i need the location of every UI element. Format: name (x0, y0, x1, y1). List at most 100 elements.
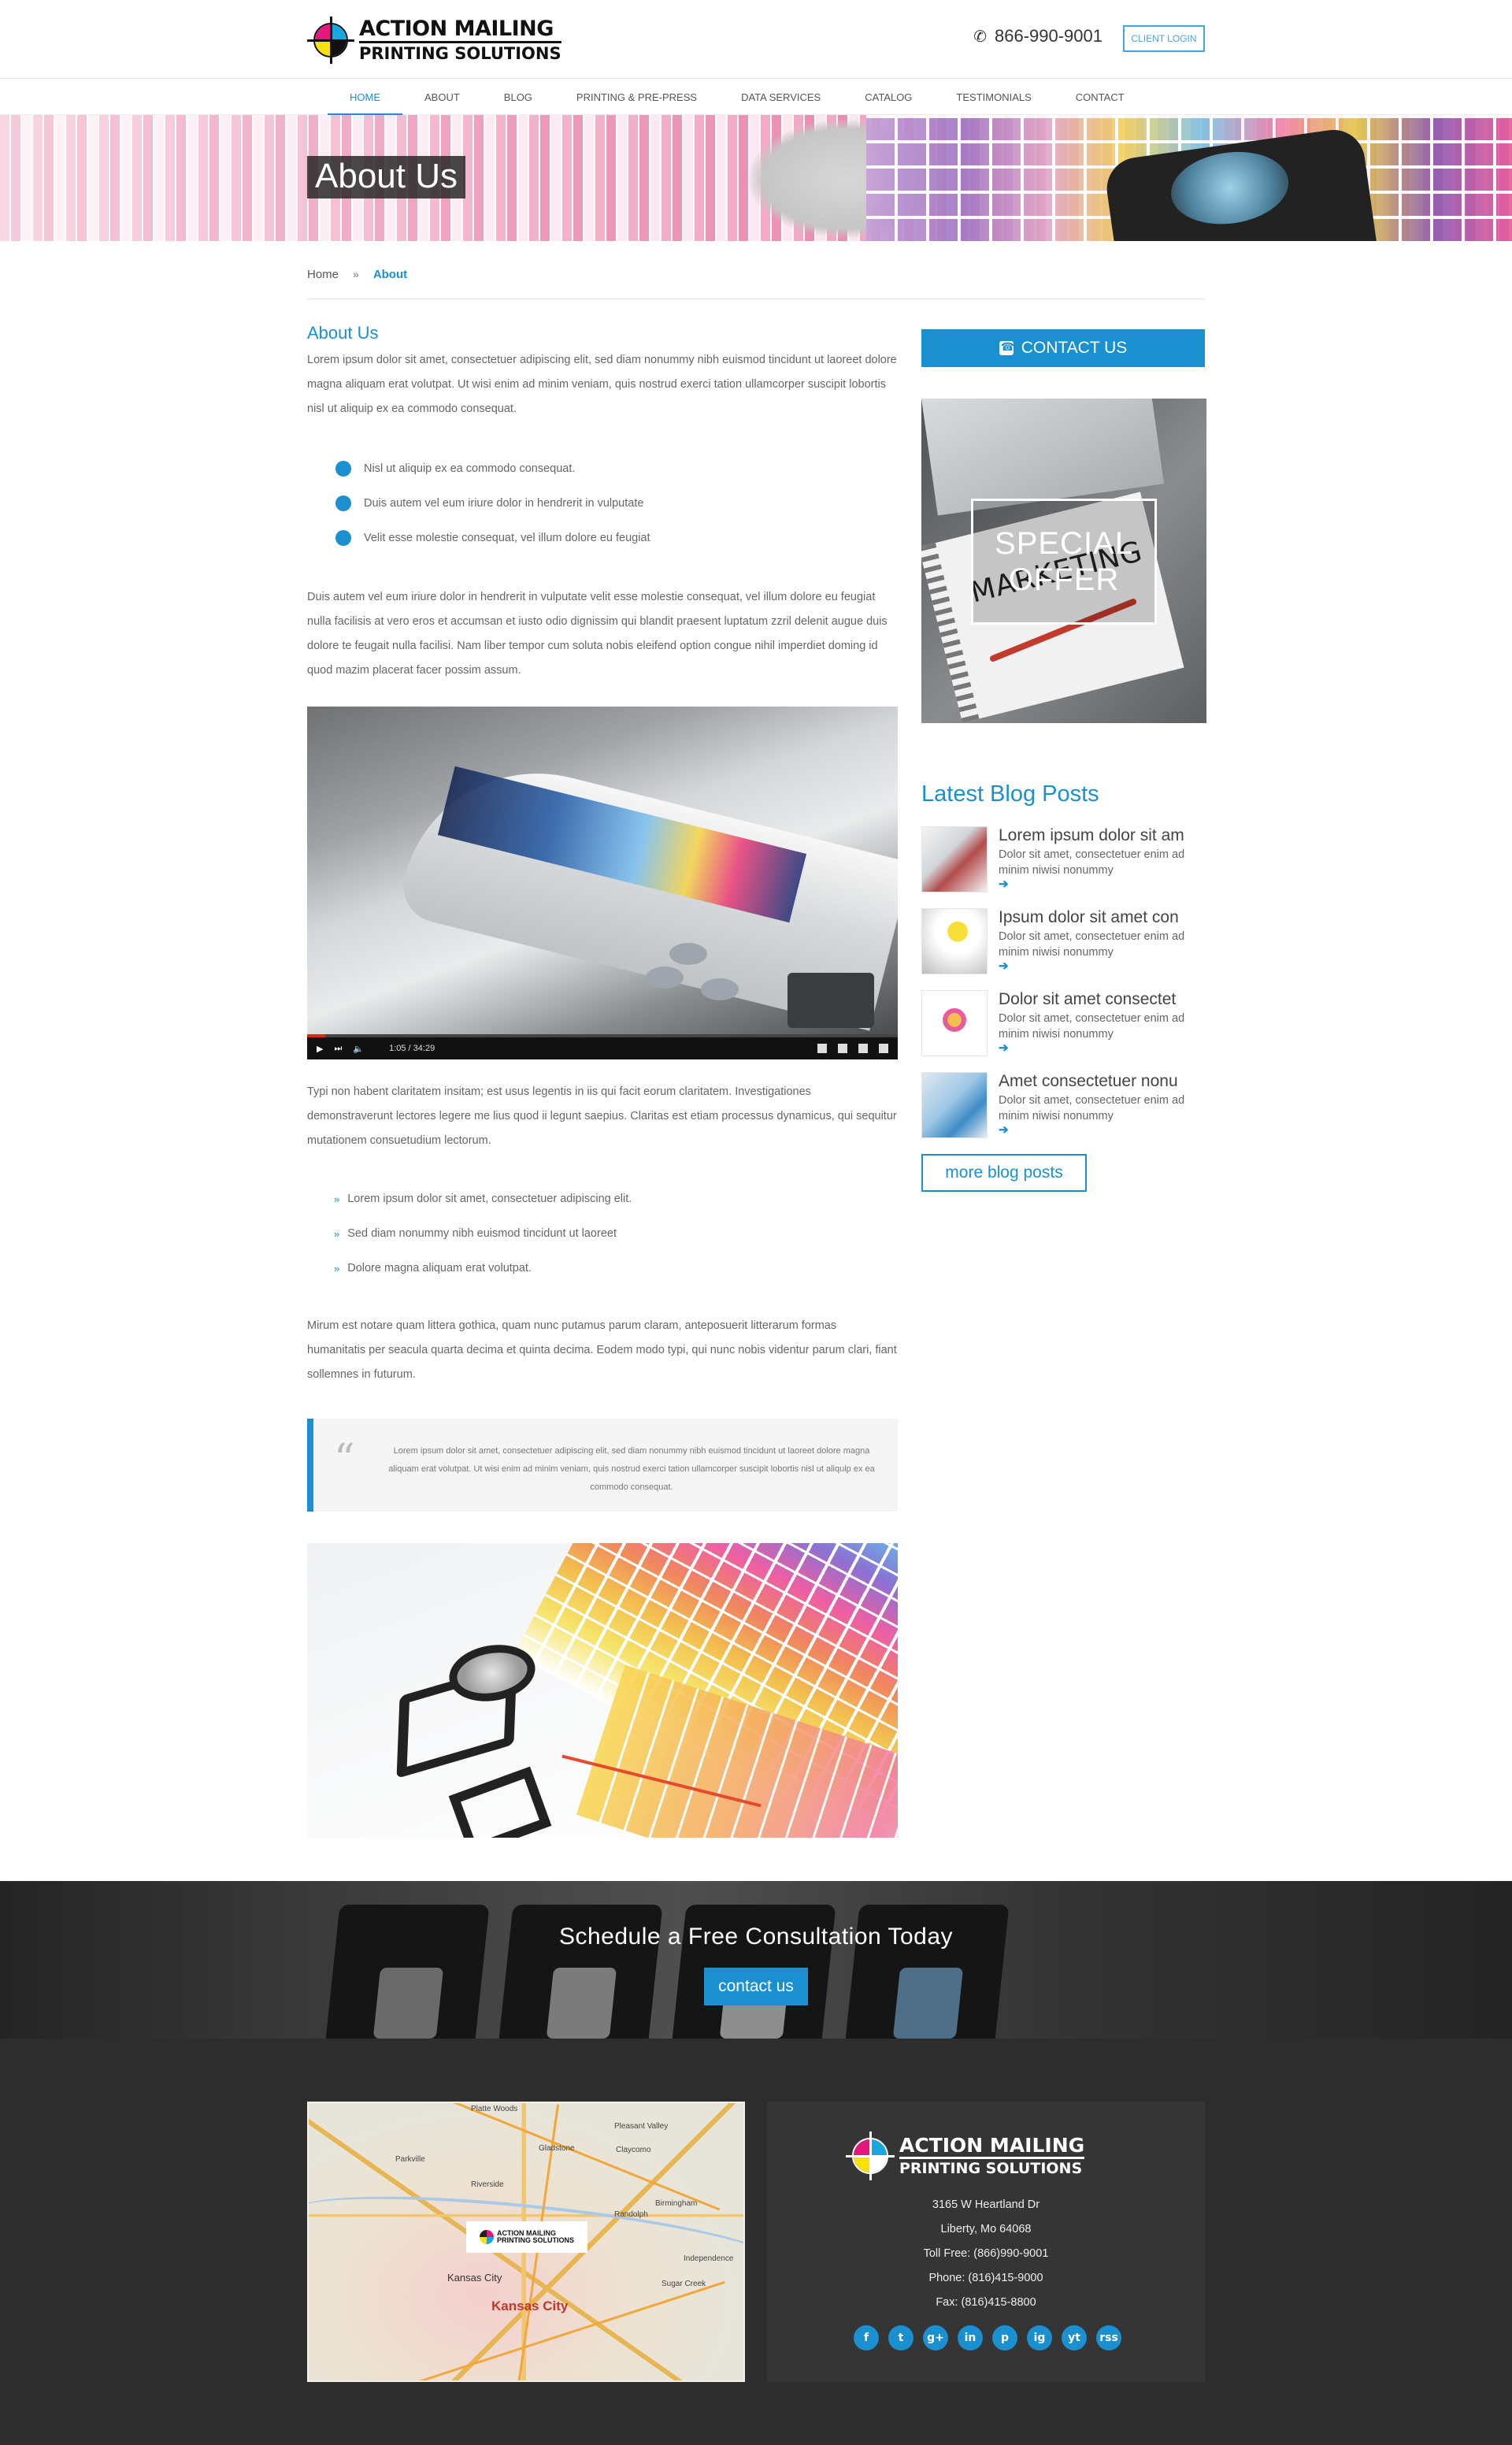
address-line2: Liberty, Mo 64068 (940, 2223, 1032, 2235)
quote-icon: “ (334, 1436, 355, 1483)
blog-post-item[interactable]: Dolor sit amet consectet Dolor sit amet,… (921, 990, 1205, 1072)
address-line1: 3165 W Heartland Dr (932, 2198, 1040, 2211)
post-title[interactable]: Lorem ipsum dolor sit am (999, 826, 1206, 845)
google-plus-icon[interactable]: g+ (923, 2325, 948, 2350)
page-banner: About Us (0, 115, 1512, 241)
nav-item-home[interactable]: HOME (328, 79, 402, 115)
more-blog-posts-button[interactable]: more blog posts (921, 1154, 1087, 1192)
youtube-icon[interactable]: yt (1062, 2325, 1087, 2350)
nav-item-printing[interactable]: PRINTING & PRE-PRESS (554, 79, 719, 115)
map-label: Parkville (395, 2155, 425, 2164)
phone-number: 866-990-9001 (994, 26, 1102, 46)
volume-icon[interactable]: 🔈 (353, 1044, 364, 1054)
post-thumbnail[interactable] (921, 826, 988, 892)
logo-crosshair-icon (846, 2131, 895, 2180)
list-item: Velit esse molestie consequat, vel illum… (335, 521, 898, 555)
body-paragraph-3: Typi non habent claritatem insitam; est … (307, 1085, 897, 1147)
nav-item-about[interactable]: ABOUT (402, 79, 482, 115)
list-item: Duis autem vel eum iriure dolor in hendr… (335, 486, 898, 521)
client-login-button[interactable]: CLIENT LOGIN (1123, 25, 1205, 52)
rss-icon[interactable]: rss (1096, 2325, 1121, 2350)
bullet-dot-icon (335, 530, 351, 546)
map-label: Birmingham (655, 2199, 698, 2208)
dot-list: Nisl ut aliquip ex ea commodo consequat.… (335, 451, 898, 555)
next-icon[interactable]: ⏭ (334, 1044, 342, 1054)
post-excerpt: Dolor sit amet, consectetuer enim ad min… (999, 930, 1185, 959)
nav-item-contact[interactable]: CONTACT (1054, 79, 1147, 115)
nav-item-testimonials[interactable]: TESTIMONIALS (934, 79, 1053, 115)
blog-post-item[interactable]: Ipsum dolor sit amet con Dolor sit amet,… (921, 908, 1205, 990)
post-thumbnail[interactable] (921, 1072, 988, 1138)
map-label: Sugar Creek (662, 2280, 706, 2288)
contact-lines: 3165 W Heartland Dr Liberty, Mo 64068 To… (767, 2193, 1205, 2315)
bullet-dot-icon (335, 495, 351, 511)
cta-contact-button[interactable]: contact us (704, 1968, 808, 2005)
list-item: » Lorem ipsum dolor sit amet, consectetue… (334, 1193, 632, 1205)
main-content: About Us Lorem ipsum dolor sit amet, con… (307, 323, 898, 1838)
header-phone[interactable]: ✆ 866-990-9001 (973, 26, 1102, 46)
map-pin-logo[interactable]: ACTION MAILING PRINTING SOLUTIONS (466, 2221, 587, 2253)
twitter-icon[interactable]: t (888, 2325, 914, 2350)
intro-paragraph: Lorem ipsum dolor sit amet, consectetuer… (307, 354, 897, 415)
post-title[interactable]: Dolor sit amet consectet (999, 990, 1206, 1009)
fax-line: Fax: (816)415-8800 (936, 2296, 1036, 2309)
map-label: Kansas City (447, 2272, 502, 2284)
linkedin-icon[interactable]: in (958, 2325, 983, 2350)
post-title[interactable]: Amet consectetuer nonu (999, 1072, 1206, 1091)
contact-info-panel: ACTION MAILING PRINTING SOLUTIONS 3165 W… (767, 2102, 1205, 2382)
footer-logo[interactable]: ACTION MAILING PRINTING SOLUTIONS (846, 2131, 1085, 2180)
section-heading: About Us (307, 323, 379, 343)
post-thumbnail[interactable] (921, 990, 988, 1056)
consultation-banner: Schedule a Free Consultation Today conta… (0, 1881, 1512, 2039)
logo-crosshair-icon (307, 17, 354, 64)
phone-icon (999, 340, 1014, 355)
breadcrumb-home[interactable]: Home (307, 268, 339, 281)
map-label: Riverside (471, 2180, 504, 2189)
sidebar: CONTACT US MARKETING SPECIAL OFFER Lates… (921, 329, 1206, 1192)
facebook-icon[interactable]: f (854, 2325, 879, 2350)
blog-post-item[interactable]: Amet consectetuer nonu Dolor sit amet, c… (921, 1072, 1205, 1154)
map-label: Gladstone (539, 2144, 575, 2153)
arrow-right-icon[interactable]: ➔ (999, 1122, 1009, 1137)
breadcrumb-current: About (372, 268, 408, 281)
site-header: ACTION MAILING PRINTING SOLUTIONS ✆ 866-… (0, 0, 1512, 79)
arrow-right-icon[interactable]: ➔ (999, 877, 1009, 891)
page-title: About Us (307, 156, 465, 199)
blog-heading: Latest Blog Posts (921, 781, 1099, 807)
nav-item-data-services[interactable]: DATA SERVICES (719, 79, 843, 115)
contact-us-button[interactable]: CONTACT US (921, 329, 1205, 367)
theater-icon[interactable] (858, 1044, 868, 1053)
site-logo[interactable]: ACTION MAILING PRINTING SOLUTIONS (307, 11, 561, 69)
video-progress-bar[interactable] (307, 1034, 898, 1037)
chevron-right-icon: » (334, 1227, 340, 1240)
post-thumbnail[interactable] (921, 908, 988, 974)
map-label: Pleasant Valley (614, 2122, 669, 2131)
nav-item-catalog[interactable]: CATALOG (843, 79, 934, 115)
bullet-dot-icon (335, 461, 351, 477)
location-map[interactable]: Platte Woods Gladstone Claycomo Parkvill… (307, 2102, 745, 2382)
arrow-right-icon[interactable]: ➔ (999, 1041, 1009, 1055)
fullscreen-icon[interactable] (879, 1044, 888, 1053)
play-icon[interactable]: ▶ (317, 1044, 323, 1054)
chevron-right-icon: » (334, 1193, 340, 1205)
logo-crosshair-icon (479, 2230, 494, 2244)
blog-post-item[interactable]: Lorem ipsum dolor sit am Dolor sit amet,… (921, 826, 1205, 908)
map-label: Platte Woods (471, 2105, 518, 2113)
pinterest-icon[interactable]: p (992, 2325, 1017, 2350)
special-offer-banner[interactable]: MARKETING SPECIAL OFFER (921, 399, 1206, 723)
list-item: Nisl ut aliquip ex ea commodo consequat. (335, 451, 898, 486)
chevron-right-icon: » (334, 1262, 340, 1274)
post-title[interactable]: Ipsum dolor sit amet con (999, 908, 1206, 927)
nav-item-blog[interactable]: BLOG (482, 79, 554, 115)
captions-icon[interactable] (817, 1044, 827, 1053)
settings-icon[interactable] (838, 1044, 847, 1053)
instagram-icon[interactable]: ig (1027, 2325, 1052, 2350)
main-nav: HOME ABOUT BLOG PRINTING & PRE-PRESS DAT… (0, 79, 1512, 115)
arrow-right-icon[interactable]: ➔ (999, 959, 1009, 973)
video-player[interactable]: ▶ ⏭ 🔈 1:05 / 34:29 (307, 707, 898, 1059)
map-city-label: Kansas City (491, 2298, 569, 2313)
breadcrumb: Home » About (307, 268, 1205, 299)
chevron-list: » Lorem ipsum dolor sit amet, consectetue… (334, 1182, 898, 1286)
phone-icon: ✆ (973, 28, 987, 46)
map-label: Claycomo (616, 2146, 651, 2154)
